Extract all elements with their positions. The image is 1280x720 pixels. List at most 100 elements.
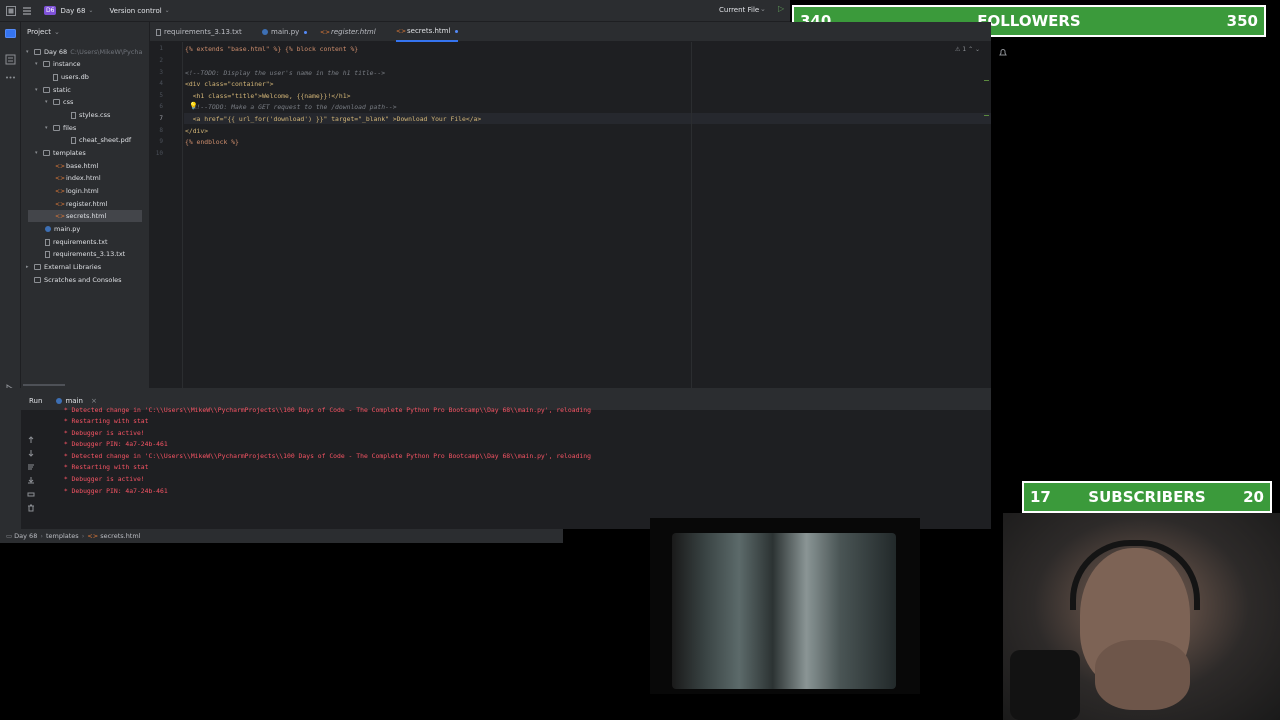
code-line-1: {% extends "base.html" %} {% block conte… xyxy=(185,45,359,53)
tree-item-instance[interactable]: ▾ instance xyxy=(35,58,81,70)
folder-icon xyxy=(53,99,60,105)
code-line-8: </div> xyxy=(185,127,209,135)
tree-item-register-html[interactable]: <> register.html xyxy=(55,198,107,210)
tab-register-html[interactable]: <> register.html xyxy=(320,22,376,42)
tab-main-py[interactable]: main.py xyxy=(262,22,308,42)
editor-tabs: requirements_3.13.txt main.py <> register… xyxy=(150,22,991,42)
line-number: 10 xyxy=(155,150,163,157)
breadcrumb-secrets-html[interactable]: secrets.html xyxy=(100,532,140,540)
html-file-icon: <> xyxy=(55,188,66,195)
tab-secrets-html[interactable]: <> secrets.html xyxy=(396,22,459,42)
chevron-down-icon[interactable]: ⌄ xyxy=(760,5,766,13)
arrow-down-icon[interactable] xyxy=(27,449,35,457)
scroll-marker[interactable] xyxy=(984,80,989,81)
status-bar: ▭ Day 68 › templates › <> secrets.html xyxy=(0,529,563,543)
app-logo-icon[interactable] xyxy=(6,5,16,16)
code-line-3: <!--TODO: Display the user's name in the… xyxy=(185,69,386,77)
lightbulb-icon[interactable]: 💡 xyxy=(189,102,198,110)
html-file-icon: <> xyxy=(55,201,66,208)
modified-dot xyxy=(455,29,459,33)
tree-item-requirements-3-13-txt[interactable]: requirements_3.13.txt xyxy=(45,248,125,260)
project-panel-title[interactable]: Project xyxy=(27,28,51,36)
trash-icon[interactable] xyxy=(27,504,35,512)
editor-gutter: 1 2 3 4 5 6 7 8 9 10 xyxy=(150,42,183,388)
tree-item-css[interactable]: ▾ css xyxy=(45,96,73,108)
subscribers-goal: 20 xyxy=(1243,488,1264,506)
folder-icon xyxy=(43,61,50,67)
run-console[interactable]: * Detected change in 'C:\\Users\\MikeW\\… xyxy=(21,406,991,529)
print-icon[interactable] xyxy=(27,490,35,498)
text-file-icon xyxy=(45,238,50,246)
line-number: 1 xyxy=(159,45,163,52)
line-number: 3 xyxy=(159,69,163,76)
tree-item-scratches[interactable]: Scratches and Consoles xyxy=(34,274,122,286)
run-icon[interactable]: ▷ xyxy=(778,4,784,13)
structure-icon[interactable] xyxy=(5,54,16,65)
tree-item-secrets-html[interactable]: <> secrets.html xyxy=(28,210,142,222)
tree-item-login-html[interactable]: <> login.html xyxy=(55,185,99,197)
scroll-marker[interactable] xyxy=(984,115,989,116)
tree-item-styles-css[interactable]: styles.css xyxy=(71,109,110,121)
tab-requirements-3-13-txt[interactable]: requirements_3.13.txt xyxy=(156,22,242,42)
horizontal-scrollbar[interactable] xyxy=(23,384,65,386)
vcs-widget[interactable]: Version control xyxy=(109,7,161,15)
close-icon[interactable]: × xyxy=(91,397,97,405)
breadcrumb-templates[interactable]: templates xyxy=(46,532,79,540)
tree-item-external-libraries[interactable]: ▸ External Libraries xyxy=(26,261,101,273)
warning-icon: ⚠ xyxy=(955,46,961,53)
inspection-widget[interactable]: ⚠ 1 ⌃ ⌄ xyxy=(955,46,980,53)
tree-item-base-html[interactable]: <> base.html xyxy=(55,160,98,172)
tree-item-users-db[interactable]: users.db xyxy=(53,71,89,83)
line-number: 7 xyxy=(159,115,163,122)
line-number: 9 xyxy=(159,138,163,145)
folder-icon xyxy=(53,125,60,131)
chevron-down-icon[interactable]: ⌄ xyxy=(54,28,60,36)
arrow-up-icon[interactable] xyxy=(27,436,35,444)
code-line-5: <h1 class="title">Welcome, {{name}}!</h1… xyxy=(185,92,351,100)
chevron-up-icon: ⌃ xyxy=(968,46,974,53)
more-tools-icon[interactable] xyxy=(5,72,16,83)
log-line: * Debugger PIN: 4a7-24b-461 xyxy=(60,487,168,495)
scroll-to-end-icon[interactable] xyxy=(27,476,35,484)
log-line: * Restarting with stat xyxy=(60,417,149,425)
breadcrumb-separator: › xyxy=(81,532,85,540)
chevron-down-icon[interactable]: ⌄ xyxy=(165,7,170,14)
line-number: 2 xyxy=(159,57,163,64)
python-file-icon xyxy=(56,398,63,404)
tree-item-requirements-txt[interactable]: requirements.txt xyxy=(45,236,108,248)
tree-item-day-68[interactable]: ▾ Day 68 C:\Users\MikeW\Pycha xyxy=(26,46,143,58)
html-file-icon: <> xyxy=(55,163,66,170)
project-name[interactable]: Day 68 xyxy=(60,7,85,15)
css-file-icon xyxy=(71,111,76,119)
followers-goal: 350 xyxy=(1226,12,1258,30)
tree-item-static[interactable]: ▾ static xyxy=(35,84,71,96)
soft-wrap-icon[interactable] xyxy=(27,463,35,471)
run-config-selector[interactable]: Current File xyxy=(719,6,759,14)
html-file-icon: <> xyxy=(396,28,407,35)
chevron-down-icon[interactable]: ⌄ xyxy=(88,7,93,14)
subscribers-goal-overlay: 17 SUBSCRIBERS 20 xyxy=(1022,481,1272,513)
folder-icon[interactable] xyxy=(5,28,16,39)
subscribers-label: SUBSCRIBERS xyxy=(1088,488,1206,506)
tree-item-files[interactable]: ▾ files xyxy=(45,122,76,134)
main-menu-icon[interactable] xyxy=(22,6,32,16)
breadcrumb-day-68[interactable]: Day 68 xyxy=(14,532,37,540)
tree-item-main-py[interactable]: main.py xyxy=(45,223,80,235)
code-editor[interactable]: 1 2 3 4 5 6 7 8 9 10 {% extends "base.ht… xyxy=(150,42,991,388)
tree-item-index-html[interactable]: <> index.html xyxy=(55,172,101,184)
log-line: * Restarting with stat xyxy=(60,463,149,471)
subscribers-current: 17 xyxy=(1030,488,1051,506)
run-panel-title[interactable]: Run xyxy=(29,397,42,405)
html-file-icon: <> xyxy=(55,175,66,182)
folder-icon xyxy=(43,150,50,156)
run-config-tab[interactable]: main xyxy=(65,397,83,405)
notifications-icon[interactable] xyxy=(998,48,1008,58)
chevron-down-icon: ⌄ xyxy=(975,46,981,53)
line-number: 6 xyxy=(159,103,163,110)
database-file-icon xyxy=(53,73,58,81)
tree-item-templates[interactable]: ▾ templates xyxy=(35,147,86,159)
modified-dot xyxy=(304,30,308,34)
project-badge[interactable]: D6 xyxy=(44,6,57,15)
tree-item-cheat-sheet-pdf[interactable]: cheat_sheet.pdf xyxy=(71,134,131,146)
python-file-icon xyxy=(45,226,51,232)
